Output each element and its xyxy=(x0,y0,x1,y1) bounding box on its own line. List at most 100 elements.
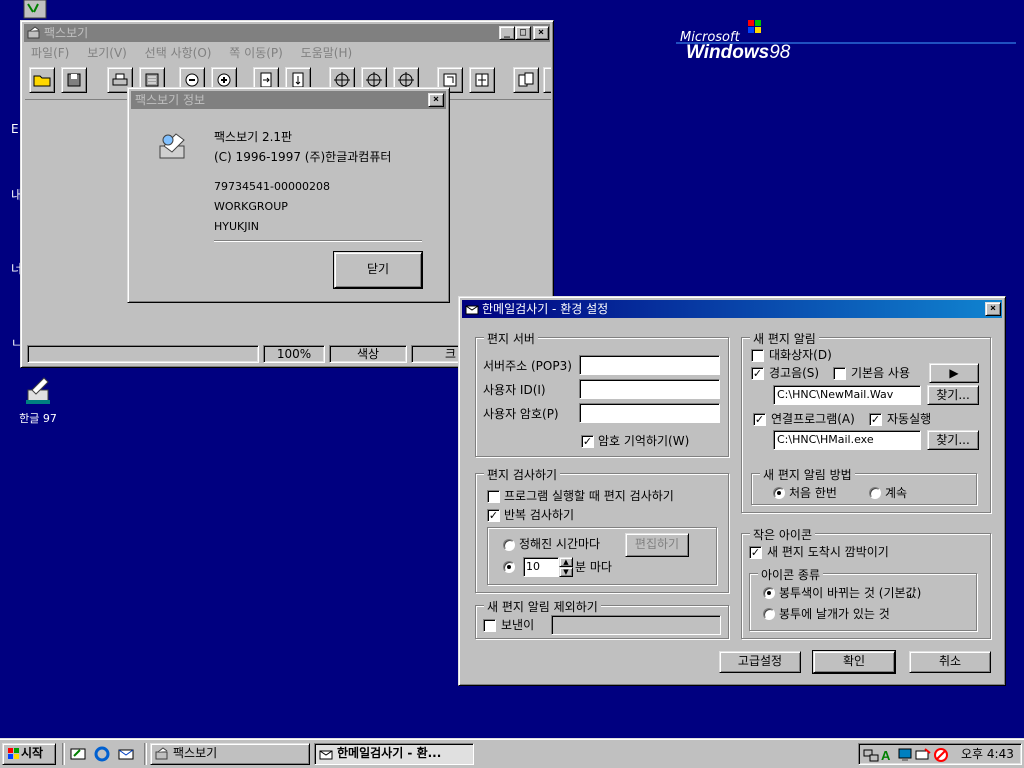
icon-color-radio[interactable] xyxy=(763,587,775,599)
taskbar-fax-button[interactable]: 팩스보기 xyxy=(150,743,310,765)
brand-windows: Windows98 xyxy=(686,42,791,63)
menu-page[interactable]: 쪽 이동(P) xyxy=(229,46,283,60)
interval-input[interactable]: 10 xyxy=(523,557,559,577)
outlook-express-icon[interactable] xyxy=(118,746,134,762)
icon-wing-radio[interactable] xyxy=(763,608,775,620)
user-id-label: 사용자 ID(I) xyxy=(483,383,546,397)
minimize-button[interactable]: _ xyxy=(499,26,515,40)
open-folder-icon[interactable] xyxy=(29,67,55,93)
settings-title-bar[interactable]: 한메일검사기 - 환경 설정 xyxy=(462,300,1002,318)
settings-title: 한메일검사기 - 환경 설정 xyxy=(482,302,609,316)
linked-program-label: 연결프로그램(A) xyxy=(771,412,855,426)
browse-program-button[interactable]: 찾기... xyxy=(927,430,979,450)
recycle-bin-icon[interactable] xyxy=(20,0,52,20)
cancel-button[interactable]: 취소 xyxy=(909,651,991,673)
remember-password-label: 암호 기억하기(W) xyxy=(598,434,690,448)
windows98-logo: Microsoft Windows98 xyxy=(676,18,1016,68)
spin-down-button[interactable]: ▼ xyxy=(559,567,573,577)
sender-input[interactable] xyxy=(551,615,721,635)
autorun-checkbox[interactable]: ✓ xyxy=(869,413,882,426)
remember-password-checkbox[interactable]: ✓ xyxy=(581,435,594,448)
system-tray: A 오후 4:43 xyxy=(858,743,1022,765)
menu-file[interactable]: 파일(F) xyxy=(31,46,69,60)
internet-explorer-icon[interactable] xyxy=(94,746,110,762)
about-product: 팩스보기 2.1판 xyxy=(214,130,293,144)
about-close-button[interactable]: 닫기 xyxy=(333,251,423,289)
menu-help[interactable]: 도움말(H) xyxy=(301,46,353,60)
save-icon[interactable] xyxy=(61,67,87,93)
start-button[interactable]: 시작 xyxy=(2,743,56,765)
edit-schedule-button[interactable]: 편집하기 xyxy=(625,533,689,557)
start-label: 시작 xyxy=(21,746,44,760)
settings-dialog: 한메일검사기 - 환경 설정 × 편지 서버 서버주소 (POP3) 사용자 I… xyxy=(458,296,1006,686)
about-title-bar[interactable]: 팩스보기 정보 xyxy=(131,91,446,109)
notify-continuous-radio[interactable] xyxy=(869,487,881,499)
menu-options[interactable]: 선택 사항(O) xyxy=(145,46,212,60)
linked-program-checkbox[interactable]: ✓ xyxy=(753,413,766,426)
user-id-input[interactable] xyxy=(579,379,720,399)
tasks-divider xyxy=(144,743,147,765)
default-sound-checkbox[interactable] xyxy=(833,367,846,380)
maximize-button[interactable]: □ xyxy=(515,26,531,40)
close-button[interactable]: × xyxy=(428,93,444,107)
desktop-icon-label: 한글 97 xyxy=(19,412,57,425)
fax-app-icon xyxy=(27,26,41,40)
password-input[interactable] xyxy=(579,403,720,423)
fixed-time-label: 정해진 시간마다 xyxy=(519,537,601,551)
interval-radio[interactable] xyxy=(503,561,515,573)
taskbar-mail-label: 한메일검사기 - 환... xyxy=(337,746,442,760)
fax-title-bar[interactable]: 팩스보기 xyxy=(24,24,550,42)
taskbar: 시작 팩스보기 한메일검사기 - 환... A 오후 4:43 xyxy=(0,738,1024,768)
icon-color-label: 봉투색이 바뀌는 것 (기본값) xyxy=(779,586,922,600)
notify-once-radio[interactable] xyxy=(773,487,785,499)
mail-checker-icon xyxy=(319,747,333,761)
check-on-start-label: 프로그램 실행할 때 편지 검사하기 xyxy=(504,489,674,503)
fixed-time-radio[interactable] xyxy=(503,539,515,551)
clock[interactable]: 오후 4:43 xyxy=(961,747,1014,761)
default-sound-label: 기본음 사용 xyxy=(851,366,911,380)
desktop-icon-hangul97[interactable]: 한글 97 xyxy=(8,376,68,426)
input-method-icon[interactable]: A xyxy=(879,747,895,763)
browse-sound-button[interactable]: 찾기... xyxy=(927,385,979,405)
network-icon[interactable] xyxy=(863,747,879,763)
interval-unit-label: 분 마다 xyxy=(575,560,612,574)
monitor-icon[interactable] xyxy=(897,747,913,763)
status-mode: 색상 xyxy=(329,345,407,363)
close-button[interactable]: × xyxy=(985,302,1001,316)
notify-continuous-label: 계속 xyxy=(885,486,908,500)
fax-menubar: 파일(F) 보기(V) 선택 사항(O) 쪽 이동(P) 도움말(H) xyxy=(31,44,366,62)
spin-up-button[interactable]: ▲ xyxy=(559,557,573,567)
fax-title: 팩스보기 xyxy=(44,26,89,40)
desktop-edge-label: E xyxy=(11,122,19,136)
check-on-start-checkbox[interactable] xyxy=(487,490,500,503)
page-icon[interactable] xyxy=(513,67,539,93)
ok-button[interactable]: 확인 xyxy=(812,650,896,674)
advanced-settings-button[interactable]: 고급설정 xyxy=(719,651,801,673)
page-icon[interactable] xyxy=(543,67,551,93)
sound-checkbox[interactable]: ✓ xyxy=(751,367,764,380)
notify-once-label: 처음 한번 xyxy=(789,486,837,500)
sender-label: 보낸이 xyxy=(501,618,535,632)
close-button[interactable]: × xyxy=(533,26,549,40)
mail-notify-icon[interactable] xyxy=(915,747,931,763)
server-address-input[interactable] xyxy=(579,355,720,375)
blocked-icon[interactable] xyxy=(933,747,949,763)
flip-icon[interactable] xyxy=(469,67,495,93)
about-copyright: (C) 1996-1997 (주)한글과컴퓨터 xyxy=(214,150,392,164)
about-divider xyxy=(214,240,422,242)
check-group-label: 편지 검사하기 xyxy=(484,466,561,483)
program-file-input[interactable]: C:\HNC\HMail.exe xyxy=(773,430,921,450)
dialog-checkbox[interactable] xyxy=(751,349,764,362)
sound-file-input[interactable]: C:\HNC\NewMail.Wav xyxy=(773,385,921,405)
taskbar-mail-button[interactable]: 한메일검사기 - 환... xyxy=(314,743,474,765)
dialog-label: 대화상자(D) xyxy=(769,348,832,362)
blink-checkbox[interactable]: ✓ xyxy=(749,546,762,559)
repeat-check-checkbox[interactable]: ✓ xyxy=(487,509,500,522)
play-sound-button[interactable]: ▶ xyxy=(929,363,979,383)
autorun-label: 자동실행 xyxy=(887,412,932,426)
notify-group-label: 새 편지 알림 xyxy=(750,330,819,347)
menu-view[interactable]: 보기(V) xyxy=(87,46,127,60)
taskbar-fax-label: 팩스보기 xyxy=(173,746,218,760)
show-desktop-icon[interactable] xyxy=(70,746,86,762)
sender-checkbox[interactable] xyxy=(483,619,496,632)
